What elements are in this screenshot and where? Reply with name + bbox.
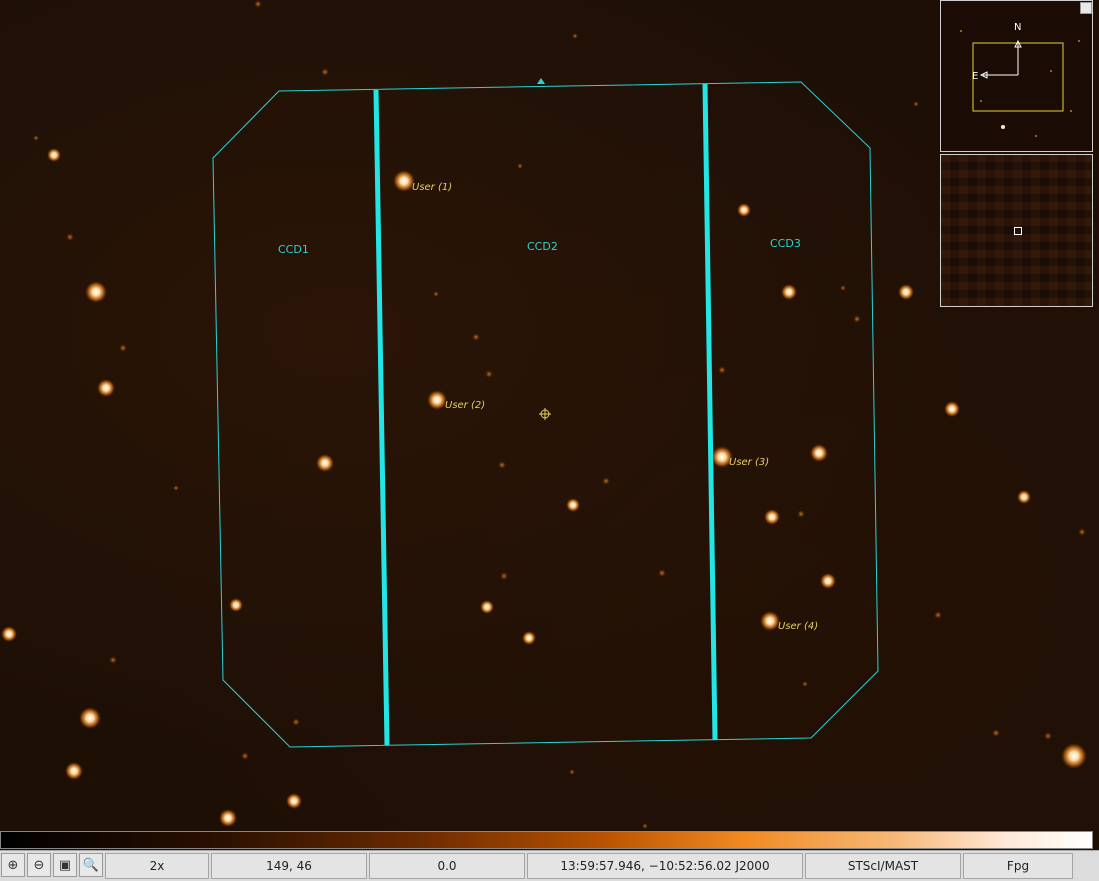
image-band: Fpg <box>963 853 1073 879</box>
zoom-out-button[interactable]: ⊖ <box>27 853 51 877</box>
user-marker-1[interactable]: User (1) <box>412 182 452 193</box>
zoom-out-icon: ⊖ <box>33 857 45 873</box>
east-label: E <box>972 71 978 82</box>
zoom-fit-icon: ▣ <box>58 857 72 873</box>
sky-image[interactable]: CCD1 CCD2 CCD3 User (1) User (2) User (3… <box>0 0 1099 830</box>
user-marker-3[interactable]: User (3) <box>729 457 769 468</box>
panner-view[interactable]: N E <box>940 0 1093 152</box>
zoom-level: 2x <box>105 853 209 879</box>
pixel-coordinates: 149, 46 <box>211 853 367 879</box>
zoom-tool-button[interactable]: 🔍 <box>79 853 103 877</box>
status-bar: ⊕ ⊖ ▣ 🔍 2x 149, 46 0.0 13:59:57.946, −10… <box>0 850 1099 881</box>
zoom-in-button[interactable]: ⊕ <box>1 853 25 877</box>
image-source: STScI/MAST <box>805 853 961 879</box>
zoom-fit-button[interactable]: ▣ <box>53 853 77 877</box>
zoom-in-icon: ⊕ <box>7 857 19 873</box>
ccd3-label: CCD3 <box>770 237 801 250</box>
world-coordinates: 13:59:57.946, −10:52:56.02 J2000 <box>527 853 803 879</box>
zoom-icon: 🔍 <box>82 857 100 873</box>
footprint-orientation-marker[interactable] <box>537 78 545 84</box>
user-marker-4[interactable]: User (4) <box>778 621 818 632</box>
ccd1-label: CCD1 <box>278 243 309 256</box>
pixel-value: 0.0 <box>369 853 525 879</box>
faint-stars <box>33 0 1086 829</box>
ccd2-label: CCD2 <box>527 240 558 253</box>
sky-overlay: CCD1 CCD2 CCD3 User (1) User (2) User (3… <box>1 0 1087 829</box>
panner-scroll-button[interactable] <box>1080 2 1092 14</box>
magnifier-cursor-box <box>1014 227 1022 235</box>
magnifier-view <box>940 154 1093 307</box>
colorbar[interactable] <box>0 831 1093 849</box>
panner-overlay: N E <box>960 22 1080 137</box>
north-label: N <box>1014 22 1021 33</box>
user-marker-2[interactable]: User (2) <box>445 400 485 411</box>
target-crosshair-icon[interactable] <box>539 408 551 420</box>
